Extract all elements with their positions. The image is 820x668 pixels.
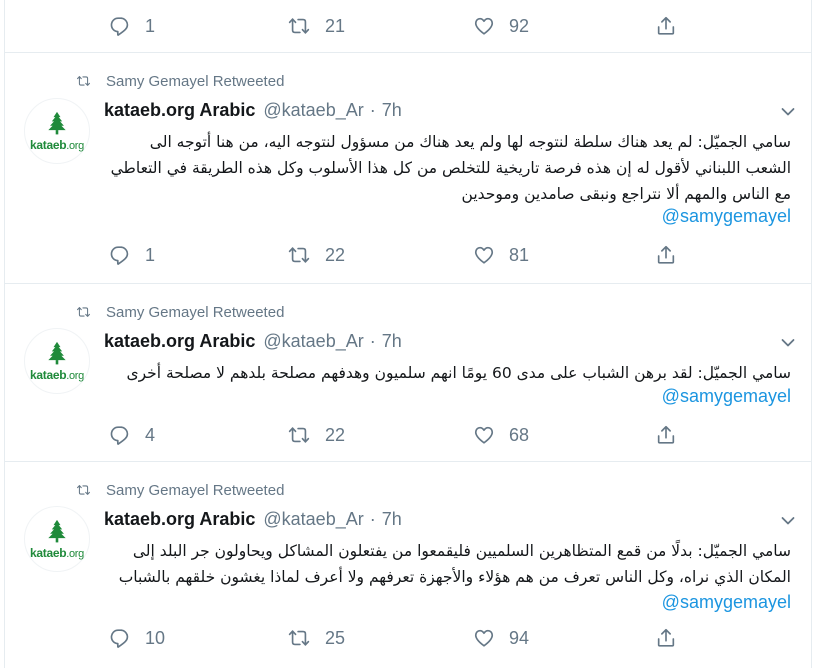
- tweet[interactable]: Samy Gemayel Retweeted kataeb.org kataeb…: [5, 53, 811, 284]
- tweet-text: سامي الجميّل: لم يعد هناك سلطة لنتوجه له…: [110, 133, 791, 203]
- heart-icon: [473, 244, 495, 266]
- author-name[interactable]: kataeb.org Arabic: [104, 509, 255, 530]
- retweet-icon: [287, 15, 311, 37]
- tweet[interactable]: Samy Gemayel Retweeted kataeb.org kataeb…: [5, 284, 811, 462]
- like-count: 92: [509, 15, 530, 36]
- share-button[interactable]: [655, 423, 677, 447]
- previous-tweet-actions: 1 21 92: [5, 0, 811, 53]
- cedar-logo-icon: [44, 519, 70, 545]
- retweet-icon: [287, 244, 311, 266]
- reply-count: 4: [145, 424, 156, 445]
- heart-icon: [473, 15, 495, 37]
- retweeted-by: Samy Gemayel Retweeted: [75, 71, 284, 91]
- avatar-brand: kataeb.org: [30, 367, 84, 382]
- tweet[interactable]: Samy Gemayel Retweeted kataeb.org kataeb…: [5, 462, 811, 668]
- retweet-count: 25: [325, 627, 346, 648]
- reply-icon: [109, 424, 131, 446]
- mention-link[interactable]: @samygemayel: [662, 386, 791, 407]
- retweet-count: 22: [325, 424, 346, 445]
- share-icon: [655, 424, 677, 446]
- retweet-button[interactable]: 21: [287, 14, 345, 38]
- separator-dot: ·: [369, 509, 376, 529]
- retweeted-by: Samy Gemayel Retweeted: [75, 302, 284, 322]
- share-icon: [655, 15, 677, 37]
- tweet-time[interactable]: 7h: [382, 331, 402, 352]
- tweet-actions: 4 22 68: [104, 423, 684, 447]
- retweeted-by-label[interactable]: Samy Gemayel Retweeted: [106, 304, 284, 321]
- retweeted-by-label[interactable]: Samy Gemayel Retweeted: [106, 482, 284, 499]
- like-button[interactable]: 81: [473, 243, 529, 267]
- tweet-menu-button[interactable]: [781, 516, 795, 526]
- retweet-icon: [287, 424, 311, 446]
- share-button[interactable]: [655, 626, 677, 650]
- like-button[interactable]: 92: [473, 14, 529, 38]
- reply-count: 1: [145, 15, 156, 36]
- author-handle[interactable]: @kataeb_Ar: [263, 331, 363, 352]
- share-icon: [655, 244, 677, 266]
- avatar-brand: kataeb.org: [30, 545, 84, 560]
- chevron-down-icon: [781, 107, 795, 117]
- retweeted-by-label[interactable]: Samy Gemayel Retweeted: [106, 73, 284, 90]
- share-button[interactable]: [655, 243, 677, 267]
- author-handle[interactable]: @kataeb_Ar: [263, 100, 363, 121]
- tweet-header: kataeb.org Arabic @kataeb_Ar · 7h: [104, 100, 791, 122]
- author-name[interactable]: kataeb.org Arabic: [104, 331, 255, 352]
- reply-button[interactable]: 1: [109, 243, 155, 267]
- mention-link[interactable]: @samygemayel: [662, 206, 791, 227]
- tweet-actions: 1 22 81: [104, 243, 684, 267]
- reply-button[interactable]: 4: [109, 423, 155, 447]
- timeline: 1 21 92 Samy Gemayel Retweeted kataeb.or…: [4, 0, 812, 668]
- retweet-button[interactable]: 22: [287, 423, 345, 447]
- heart-icon: [473, 627, 495, 649]
- cedar-logo-icon: [44, 341, 70, 367]
- tweet-menu-button[interactable]: [781, 338, 795, 348]
- like-button[interactable]: 94: [473, 626, 529, 650]
- reply-icon: [109, 15, 131, 37]
- tweet-header: kataeb.org Arabic @kataeb_Ar · 7h: [104, 331, 791, 353]
- retweet-button[interactable]: 25: [287, 626, 345, 650]
- author-handle[interactable]: @kataeb_Ar: [263, 509, 363, 530]
- retweet-count: 21: [325, 15, 346, 36]
- author-name[interactable]: kataeb.org Arabic: [104, 100, 255, 121]
- retweet-icon: [287, 627, 311, 649]
- avatar[interactable]: kataeb.org: [24, 98, 90, 164]
- tweet-menu-button[interactable]: [781, 107, 795, 117]
- reply-button[interactable]: 10: [109, 626, 165, 650]
- avatar[interactable]: kataeb.org: [24, 506, 90, 572]
- tweet-text: سامي الجميّل: لقد برهن الشباب على مدى 60…: [126, 364, 792, 382]
- tweet-time[interactable]: 7h: [382, 509, 402, 530]
- retweet-count: 22: [325, 244, 346, 265]
- reply-button[interactable]: 1: [109, 14, 155, 38]
- avatar-brand: kataeb.org: [30, 137, 84, 152]
- reply-count: 10: [145, 627, 166, 648]
- like-count: 68: [509, 424, 530, 445]
- tweet-actions: 1 21 92: [104, 14, 684, 38]
- separator-dot: ·: [369, 331, 376, 351]
- share-button[interactable]: [655, 14, 677, 38]
- like-count: 81: [509, 244, 530, 265]
- tweet-header: kataeb.org Arabic @kataeb_Ar · 7h: [104, 509, 791, 531]
- share-icon: [655, 627, 677, 649]
- reply-count: 1: [145, 244, 156, 265]
- reply-icon: [109, 627, 131, 649]
- mention-link[interactable]: @samygemayel: [662, 592, 791, 613]
- reply-icon: [109, 244, 131, 266]
- tweet-actions: 10 25 94: [104, 626, 684, 650]
- retweet-small-icon: [75, 305, 92, 319]
- retweeted-by: Samy Gemayel Retweeted: [75, 480, 284, 500]
- cedar-logo-icon: [44, 111, 70, 137]
- retweet-button[interactable]: 22: [287, 243, 345, 267]
- separator-dot: ·: [369, 100, 376, 120]
- like-count: 94: [509, 627, 530, 648]
- heart-icon: [473, 424, 495, 446]
- chevron-down-icon: [781, 516, 795, 526]
- avatar[interactable]: kataeb.org: [24, 328, 90, 394]
- retweet-small-icon: [75, 483, 92, 497]
- chevron-down-icon: [781, 338, 795, 348]
- tweet-time[interactable]: 7h: [382, 100, 402, 121]
- retweet-small-icon: [75, 74, 92, 88]
- like-button[interactable]: 68: [473, 423, 529, 447]
- tweet-text: سامي الجميّل: بدلًا من قمع المتظاهرين ال…: [118, 542, 791, 586]
